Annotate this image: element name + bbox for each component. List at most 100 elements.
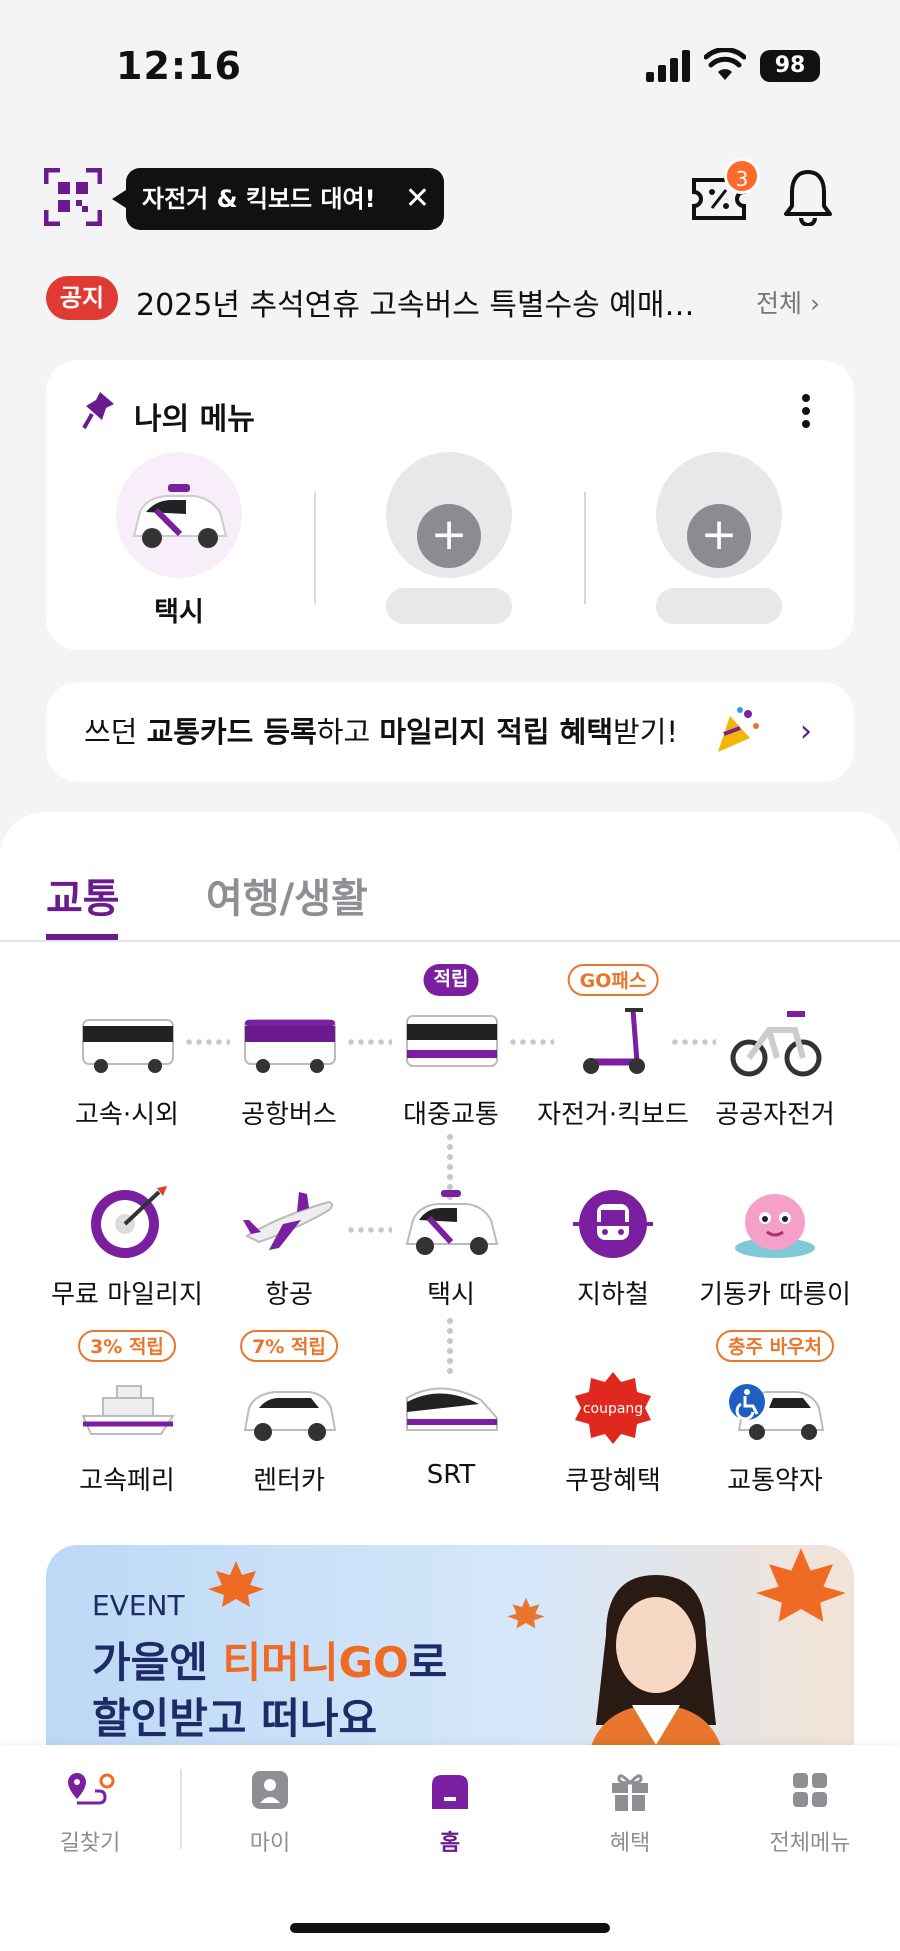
nav-label: 전체메뉴 — [769, 1831, 851, 1856]
service-accessible-transport[interactable]: 충주 바우처 교통약자 — [695, 1330, 855, 1518]
promo-text: 받기! — [613, 715, 679, 749]
service-label: 항공 — [265, 1280, 313, 1310]
service-coupang[interactable]: coupang 쿠팡혜택 — [533, 1368, 693, 1518]
accessible-taxi-icon — [729, 1384, 825, 1440]
airport-bus-icon — [244, 1019, 336, 1073]
service-label: 교통약자 — [727, 1466, 823, 1496]
event-headline-text: 로 — [408, 1638, 448, 1687]
service-label: 대중교통 — [403, 1100, 499, 1130]
nav-label: 마이 — [249, 1831, 291, 1856]
reward-badge: 7% 적립 — [240, 1330, 338, 1362]
subway-icon — [573, 1190, 653, 1258]
service-public-bike[interactable]: 공공자전거 — [695, 1002, 855, 1152]
service-ferry[interactable]: 3% 적립 고속페리 — [47, 1330, 207, 1518]
tab-transport[interactable]: 교통 — [46, 866, 120, 924]
qr-scan-icon[interactable] — [44, 168, 102, 226]
gift-icon — [612, 1774, 648, 1811]
service-taxi[interactable]: 택시 — [371, 1182, 531, 1332]
add-icon[interactable]: + — [417, 504, 481, 568]
service-label: 택시 — [427, 1280, 475, 1310]
service-srt[interactable]: SRT — [371, 1368, 531, 1518]
service-airline[interactable]: 항공 — [209, 1182, 369, 1332]
clock: 12:16 — [116, 44, 242, 88]
public-bike-icon — [730, 1011, 822, 1077]
notification-bell-icon[interactable] — [782, 168, 834, 226]
wifi-icon — [704, 48, 746, 80]
tooltip-text: 자전거 & 킥보드 대여! — [142, 185, 376, 213]
express-bus-icon — [82, 1019, 174, 1073]
chevron-right-icon: › — [800, 714, 812, 749]
service-label: 공공자전거 — [715, 1100, 835, 1130]
transit-card-promo-banner[interactable]: 쓰던 교통카드 등록하고 마일리지 적립 혜택받기! › — [46, 682, 854, 782]
my-menu-slot-empty[interactable]: + — [656, 452, 782, 624]
status-bar: 12:16 98 — [0, 0, 900, 130]
nav-all-menu[interactable]: 전체메뉴 — [740, 1769, 880, 1857]
service-label: 무료 마일리지 — [51, 1280, 203, 1310]
maple-leaf-icon — [208, 1561, 264, 1607]
service-label: 고속페리 — [79, 1466, 175, 1496]
nav-my[interactable]: 마이 — [200, 1769, 340, 1857]
go-pass-badge: GO패스 — [567, 964, 659, 996]
mileage-target-icon — [91, 1186, 167, 1258]
model-photo — [586, 1575, 726, 1765]
my-menu-slot-taxi[interactable]: 택시 — [116, 452, 242, 629]
promo-text: 하고 — [316, 715, 380, 749]
battery-indicator: 98 — [760, 50, 820, 82]
airplane-icon — [243, 1192, 333, 1250]
reward-badge: 적립 — [423, 964, 479, 996]
nav-label: 길찾기 — [59, 1831, 121, 1856]
service-label: 자전거·킥보드 — [537, 1100, 689, 1130]
service-public-transit[interactable]: 적립 대중교통 — [371, 964, 531, 1152]
rental-tooltip[interactable]: 자전거 & 킥보드 대여! ✕ — [112, 168, 444, 230]
grid-menu-icon — [793, 1773, 827, 1807]
home-indicator[interactable] — [290, 1923, 610, 1933]
nav-label: 홈 — [439, 1831, 461, 1856]
nav-benefits[interactable]: 혜택 — [560, 1769, 700, 1857]
taxi-icon — [405, 1190, 499, 1255]
service-kickboard[interactable]: GO패스 자전거·킥보드 — [533, 964, 693, 1152]
ferry-icon — [81, 1385, 175, 1435]
service-label: 공항버스 — [241, 1100, 337, 1130]
promo-text: 쓰던 — [84, 715, 147, 749]
notice-text[interactable]: 2025년 추석연휴 고속버스 특별수송 예매… — [136, 280, 726, 324]
service-rental-car[interactable]: 7% 적립 렌터카 — [209, 1330, 369, 1518]
service-free-mileage[interactable]: 무료 마일리지 — [47, 1182, 207, 1332]
event-subheadline: 할인받고 떠나요 — [92, 1694, 378, 1743]
pin-icon — [82, 392, 114, 429]
bottom-navigation: 길찾기 마이 홈 혜택 전체메뉴 — [0, 1745, 900, 1951]
public-transit-icon — [406, 1015, 498, 1067]
rental-car-icon — [243, 1391, 337, 1441]
nav-label: 혜택 — [609, 1831, 651, 1856]
kickboard-icon — [583, 1008, 645, 1074]
event-tag: EVENT — [92, 1589, 185, 1622]
nav-route-search[interactable]: 길찾기 — [20, 1769, 160, 1857]
service-subway[interactable]: 지하철 — [533, 1182, 693, 1332]
nav-home[interactable]: 홈 — [380, 1769, 520, 1857]
coupang-brand-text: coupang — [583, 1401, 643, 1417]
tab-travel-life[interactable]: 여행/생활 — [206, 866, 368, 924]
service-airport-bus[interactable]: 공항버스 — [209, 1002, 369, 1152]
mascot-icon — [735, 1194, 815, 1258]
event-banner[interactable]: EVENT 가을엔 티머니GO로 할인받고 떠나요 — [46, 1545, 854, 1765]
taxi-icon — [132, 484, 228, 548]
service-express-bus[interactable]: 고속·시외 — [47, 1002, 207, 1152]
service-label: 기동카 따릉이 — [699, 1280, 851, 1310]
divider — [584, 492, 586, 604]
tooltip-close-icon[interactable]: ✕ — [405, 168, 430, 230]
nav-divider — [180, 1769, 182, 1849]
service-label: 지하철 — [577, 1280, 649, 1310]
event-headline: 가을엔 티머니GO로 — [92, 1629, 447, 1690]
add-icon[interactable]: + — [687, 504, 751, 568]
notice-view-all-link[interactable]: 전체 › — [756, 284, 820, 320]
coupang-icon: coupang — [575, 1372, 651, 1444]
more-options-icon[interactable] — [802, 394, 810, 428]
slot-placeholder — [656, 588, 782, 624]
party-popper-icon — [718, 707, 759, 752]
promo-text-bold: 교통카드 등록 — [146, 715, 317, 749]
service-label: 쿠팡혜택 — [565, 1466, 661, 1496]
category-tabs: 교통 여행/생활 — [0, 812, 900, 942]
my-menu-slot-empty[interactable]: + — [386, 452, 512, 624]
my-menu-slot-label: 택시 — [154, 597, 204, 628]
event-headline-highlight: 티머니GO — [222, 1638, 409, 1687]
service-kickboard-ttareungi[interactable]: 기동카 따릉이 — [695, 1182, 855, 1332]
